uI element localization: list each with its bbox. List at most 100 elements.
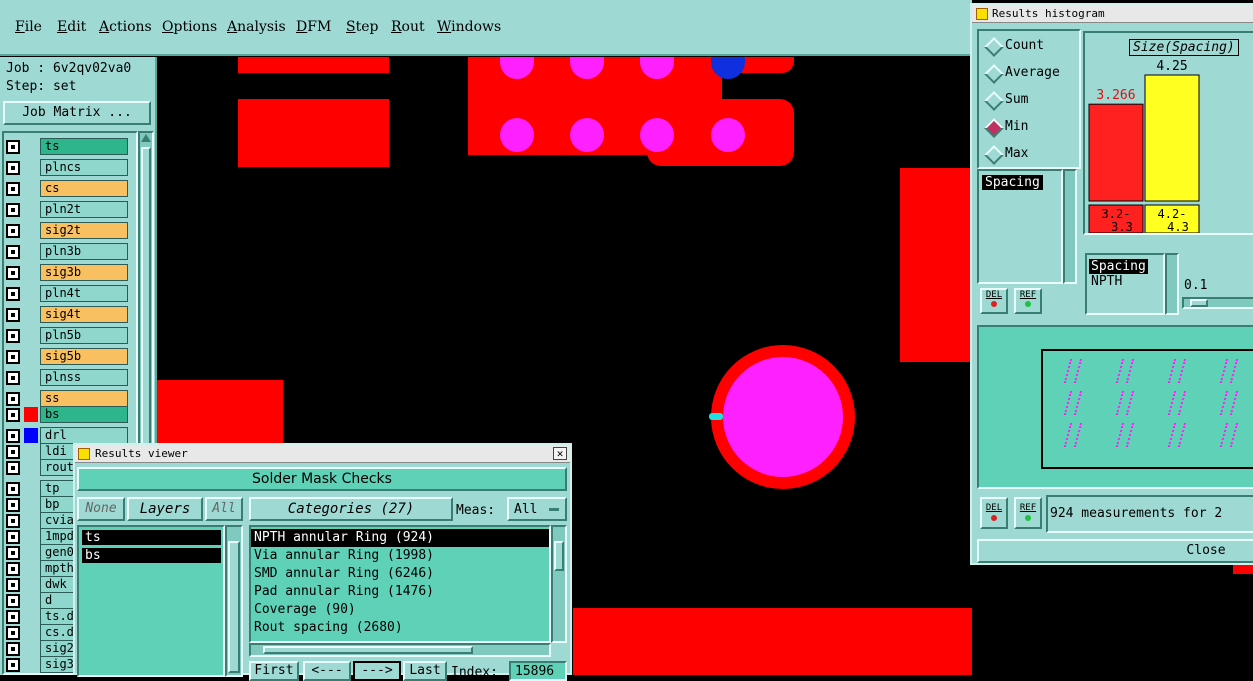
layer-label[interactable]: ss [40,390,128,407]
layer-label[interactable]: pln4t [40,285,128,302]
none-button[interactable]: None [77,497,125,521]
layer-label[interactable]: plnss [40,369,128,386]
menu-file[interactable]: File [15,19,42,35]
layer-checkbox[interactable] [6,626,20,640]
del-button[interactable]: DEL [980,288,1008,314]
layer-label[interactable]: sig2t [40,222,128,239]
layer-row-pln5b[interactable]: pln5b [6,327,128,344]
all-layers-button[interactable]: All [205,497,243,521]
radio-icon[interactable] [984,118,1004,138]
layer-checkbox[interactable] [6,371,20,385]
categories-scrollbar[interactable] [551,525,567,643]
layer-row-cs[interactable]: cs [6,180,128,197]
measure-list-scrollbar[interactable] [1063,169,1077,284]
histogram-titlebar[interactable]: Results histogram [972,5,1253,23]
layer-checkbox[interactable] [6,266,20,280]
menu-actions[interactable]: Actions [99,19,152,35]
layer-row-drl[interactable]: drl [6,427,128,444]
layer-checkbox[interactable] [6,445,20,459]
job-matrix-button[interactable]: Job Matrix ... [3,101,151,125]
layer-checkbox[interactable] [6,530,20,544]
results-layer-item[interactable]: bs [82,548,221,563]
layer-checkbox[interactable] [6,140,20,154]
solder-mask-checks-header[interactable]: Solder Mask Checks [77,467,567,491]
ref-button[interactable]: REF [1014,288,1042,314]
layer-checkbox[interactable] [6,308,20,322]
menu-windows[interactable]: Windows [437,19,501,35]
layer-label[interactable]: sig3b [40,264,128,281]
category-item[interactable]: Coverage (90) [251,601,549,619]
layer-label[interactable]: cs [40,180,128,197]
layer-checkbox[interactable] [6,658,20,672]
slider-thumb[interactable] [1190,299,1208,307]
layer-row-bs[interactable]: bs [6,406,128,423]
layer-checkbox[interactable] [6,161,20,175]
layer-checkbox[interactable] [6,562,20,576]
option-count[interactable]: Count [979,37,1079,57]
layer-checkbox[interactable] [6,224,20,238]
category-item[interactable]: SMD annular Ring (6246) [251,565,549,583]
scroll-thumb[interactable] [228,541,240,673]
layer-checkbox[interactable] [6,329,20,343]
histogram-bar[interactable] [1144,74,1200,202]
del-button-bottom[interactable]: DEL [980,497,1008,529]
category-item[interactable]: Rout spacing (2680) [251,619,549,637]
layer-checkbox[interactable] [6,182,20,196]
layer-label[interactable]: sig5b [40,348,128,365]
layer-checkbox[interactable] [6,203,20,217]
first-button[interactable]: First [249,661,299,681]
layer-checkbox[interactable] [6,408,20,422]
next-button[interactable]: ---> [353,661,401,681]
layer-checkbox[interactable] [6,482,20,496]
filter-item-npth[interactable]: NPTH [1091,274,1163,289]
hscroll-thumb[interactable] [263,646,473,654]
layer-row-sig2t[interactable]: sig2t [6,222,128,239]
menu-edit[interactable]: Edit [57,19,86,35]
menu-analysis[interactable]: Analysis [227,19,286,35]
close-button[interactable]: Close [977,539,1253,563]
radio-icon[interactable] [984,91,1004,111]
layer-row-pln3b[interactable]: pln3b [6,243,128,260]
prev-button[interactable]: <--- [303,661,351,681]
layer-checkbox[interactable] [6,514,20,528]
scroll-thumb[interactable] [554,541,564,571]
layer-row-pln4t[interactable]: pln4t [6,285,128,302]
layer-checkbox[interactable] [6,610,20,624]
layer-row-ss[interactable]: ss [6,390,128,407]
layer-label[interactable]: pln2t [40,201,128,218]
option-sum[interactable]: Sum [979,91,1079,111]
layer-label[interactable]: ts [40,138,128,155]
results-viewer-titlebar[interactable]: Results viewer ✕ [75,445,570,463]
categories-hscrollbar[interactable] [249,643,551,657]
layer-label[interactable]: pln3b [40,243,128,260]
layer-label[interactable]: sig4t [40,306,128,323]
meas-dropdown[interactable]: All [507,497,567,521]
option-average[interactable]: Average [979,64,1079,84]
layer-checkbox[interactable] [6,546,20,560]
layer-checkbox[interactable] [6,287,20,301]
layer-label[interactable]: plncs [40,159,128,176]
layer-row-ts[interactable]: ts [6,138,128,155]
layer-row-sig3b[interactable]: sig3b [6,264,128,281]
menu-options[interactable]: Options [162,19,217,35]
menu-step[interactable]: Step [346,19,378,35]
option-max[interactable]: Max [979,145,1079,165]
layer-row-sig5b[interactable]: sig5b [6,348,128,365]
close-icon[interactable]: ✕ [553,447,567,460]
layer-row-pln2t[interactable]: pln2t [6,201,128,218]
option-min[interactable]: Min [979,118,1079,138]
layer-checkbox[interactable] [6,642,20,656]
layer-label[interactable]: drl [40,427,128,444]
layer-row-plncs[interactable]: plncs [6,159,128,176]
menu-dfm[interactable]: DFM [296,19,331,35]
scroll-up-icon[interactable] [141,134,151,142]
radio-icon[interactable] [984,64,1004,84]
layer-checkbox[interactable] [6,498,20,512]
layer-checkbox[interactable] [6,594,20,608]
threshold-slider[interactable] [1182,297,1253,309]
measure-item[interactable]: Spacing [982,175,1043,190]
layer-checkbox[interactable] [6,429,20,443]
index-field[interactable]: 15896 [509,661,567,681]
histogram-bar[interactable] [1088,103,1144,202]
layer-checkbox[interactable] [6,578,20,592]
